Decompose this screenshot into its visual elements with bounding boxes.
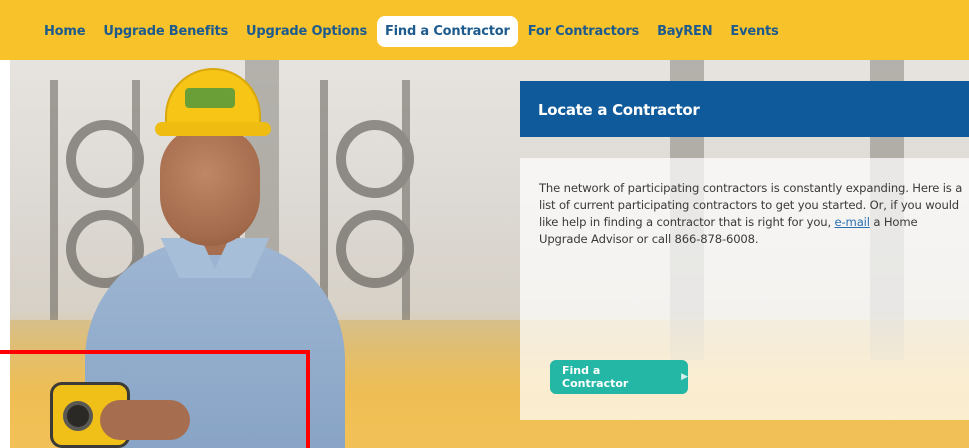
top-navigation-bar: Home Upgrade Benefits Upgrade Options Fi… <box>0 0 969 60</box>
hard-hat-brim <box>155 122 271 136</box>
card-title-bar: Locate a Contractor <box>520 81 969 137</box>
nav-item-home[interactable]: Home <box>36 16 93 47</box>
card-title: Locate a Contractor <box>538 101 700 119</box>
nav-item-find-a-contractor[interactable]: Find a Contractor <box>377 15 518 47</box>
face <box>160 126 260 246</box>
find-a-contractor-button[interactable]: Find a Contractor ▶ <box>550 360 688 394</box>
hard-hat-logo <box>185 88 235 108</box>
red-highlight-frame <box>0 350 310 448</box>
main-nav: Home Upgrade Benefits Upgrade Options Fi… <box>36 13 789 49</box>
nav-item-bayren[interactable]: BayREN <box>649 16 720 47</box>
hard-hat-icon <box>155 68 271 138</box>
nav-item-upgrade-benefits[interactable]: Upgrade Benefits <box>95 16 236 47</box>
chevron-right-icon: ▶ <box>681 372 688 382</box>
nav-item-events[interactable]: Events <box>722 16 786 47</box>
nav-item-for-contractors[interactable]: For Contractors <box>520 16 647 47</box>
card-description: The network of participating contractors… <box>539 180 969 248</box>
email-link[interactable]: e-mail <box>835 215 870 229</box>
contractor-card: The network of participating contractors… <box>520 158 969 420</box>
nav-item-upgrade-options[interactable]: Upgrade Options <box>238 16 375 47</box>
button-label: Find a Contractor <box>562 364 629 390</box>
